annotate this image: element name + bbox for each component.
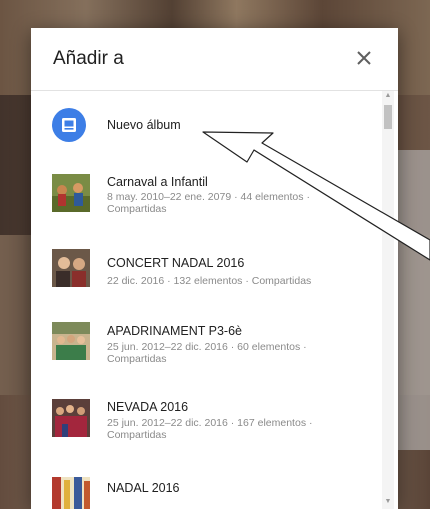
annotation-arrow — [202, 131, 430, 261]
